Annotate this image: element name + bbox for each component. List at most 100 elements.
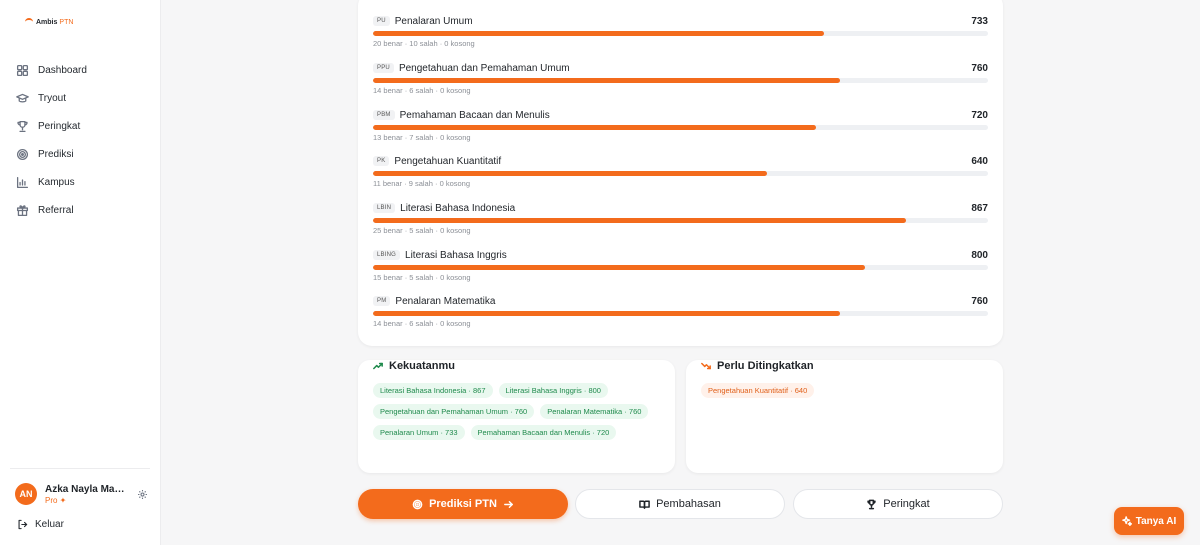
subtest-code: LBIN bbox=[373, 203, 396, 213]
subtest-row: PBM Pemahaman Bacaan dan Menulis 720 13 … bbox=[373, 108, 988, 142]
discussion-button[interactable]: Pembahasan bbox=[575, 489, 785, 519]
subtest-name: Pengetahuan dan Pemahaman Umum bbox=[398, 62, 570, 74]
logout-icon bbox=[18, 519, 28, 530]
ask-ai-label: Tanya AI bbox=[1135, 515, 1177, 527]
gift-icon bbox=[16, 204, 29, 216]
sidebar-item-referral[interactable]: Referral bbox=[16, 196, 156, 224]
brand-suffix: PTN bbox=[59, 18, 74, 26]
brand-name: Ambis bbox=[36, 18, 58, 26]
subtest-progress-fill bbox=[373, 265, 865, 270]
sidebar-item-label: Tryout bbox=[38, 92, 66, 104]
logo-mark-icon bbox=[24, 18, 34, 26]
subtest-stats: 13 benar · 7 salah · 0 kosong bbox=[373, 133, 471, 142]
subtest-stats: 20 benar · 10 salah · 0 kosong bbox=[373, 39, 475, 48]
grid-icon bbox=[16, 64, 29, 76]
subtest-progress-track bbox=[373, 78, 988, 83]
sidebar-item-label: Peringkat bbox=[38, 120, 81, 132]
sidebar-item-label: Kampus bbox=[38, 176, 75, 188]
subtest-progress-fill bbox=[373, 218, 907, 223]
ranking-button[interactable]: Peringkat bbox=[793, 489, 1003, 519]
subtest-stats: 11 benar · 9 salah · 0 kosong bbox=[373, 179, 471, 188]
arrow-right-icon bbox=[504, 500, 513, 508]
strength-chip: Pengetahuan dan Pemahaman Umum · 760 bbox=[373, 404, 535, 419]
ranking-label: Peringkat bbox=[883, 498, 930, 510]
logout-button[interactable]: Keluar bbox=[17, 519, 64, 530]
subtest-stats: 14 benar · 6 salah · 0 kosong bbox=[373, 319, 471, 328]
trophy-icon bbox=[867, 499, 876, 509]
strength-chip: Pemahaman Bacaan dan Menulis · 720 bbox=[470, 425, 617, 440]
subtest-score: 733 bbox=[971, 15, 988, 27]
subtest-score: 640 bbox=[971, 155, 988, 167]
subtest-code: PPU bbox=[373, 63, 394, 73]
strengths-chip-list: Literasi Bahasa Indonesia · 867 Literasi… bbox=[373, 383, 663, 440]
subtest-name: Literasi Bahasa Inggris bbox=[405, 249, 507, 261]
subtest-progress-fill bbox=[373, 125, 816, 130]
sparkle-icon bbox=[1121, 516, 1132, 526]
subtest-name: Literasi Bahasa Indonesia bbox=[400, 202, 516, 214]
sidebar-item-label: Prediksi bbox=[38, 148, 74, 160]
improvements-title: Perlu Ditingkatkan bbox=[701, 360, 814, 372]
avatar: AN bbox=[15, 483, 37, 505]
subtest-code: PK bbox=[373, 156, 390, 166]
subtest-progress-track bbox=[373, 31, 988, 36]
gear-icon[interactable] bbox=[137, 489, 148, 500]
graduation-cap-icon bbox=[16, 93, 29, 103]
brand-logo[interactable]: Ambis PTN bbox=[24, 18, 73, 26]
strength-chip: Penalaran Matematika · 760 bbox=[540, 404, 649, 419]
subtest-score: 760 bbox=[971, 295, 988, 307]
subtest-progress-track bbox=[373, 125, 988, 130]
strength-chip: Literasi Bahasa Inggris · 800 bbox=[498, 383, 608, 398]
sidebar-item-kampus[interactable]: Kampus bbox=[16, 168, 156, 196]
improvement-chip: Pengetahuan Kuantitatif · 640 bbox=[701, 383, 815, 398]
sidebar-item-label: Referral bbox=[38, 204, 74, 216]
strength-chip: Penalaran Umum · 733 bbox=[373, 425, 465, 440]
book-open-icon bbox=[639, 500, 650, 509]
ask-ai-button[interactable]: Tanya AI bbox=[1114, 507, 1184, 535]
subtest-progress-fill bbox=[373, 311, 841, 316]
subtest-row: LBING Literasi Bahasa Inggris 800 15 ben… bbox=[373, 248, 988, 282]
user-profile[interactable]: AN Azka Nayla Maymuna Pro ✦ bbox=[15, 483, 150, 505]
trending-down-icon bbox=[701, 362, 711, 370]
subtest-row: PK Pengetahuan Kuantitatif 640 11 benar … bbox=[373, 154, 988, 188]
subtest-name: Pemahaman Bacaan dan Menulis bbox=[399, 109, 550, 121]
subtest-score: 760 bbox=[971, 62, 988, 74]
subtest-progress-track bbox=[373, 265, 988, 270]
strengths-title-label: Kekuatanmu bbox=[389, 360, 456, 372]
subtest-code: LBING bbox=[373, 250, 401, 260]
subtest-progress-track bbox=[373, 311, 988, 316]
logout-label: Keluar bbox=[35, 519, 64, 530]
user-plan-badge: Pro ✦ bbox=[45, 495, 67, 505]
subtest-progress-fill bbox=[373, 78, 841, 83]
sidebar-item-label: Dashboard bbox=[38, 64, 87, 76]
subtest-code: PU bbox=[373, 16, 390, 26]
sidebar: Ambis PTN Dashboard Tryout Peringkat Pred… bbox=[0, 0, 161, 545]
subtest-progress-fill bbox=[373, 31, 824, 36]
subtest-row: PM Penalaran Matematika 760 14 benar · 6… bbox=[373, 294, 988, 328]
sidebar-divider bbox=[10, 468, 150, 469]
sidebar-item-prediksi[interactable]: Prediksi bbox=[16, 140, 156, 168]
sidebar-item-dashboard[interactable]: Dashboard bbox=[16, 56, 156, 84]
subtest-name: Penalaran Matematika bbox=[395, 295, 496, 307]
subtest-name: Penalaran Umum bbox=[394, 15, 473, 27]
subtest-progress-fill bbox=[373, 171, 767, 176]
subtest-score: 720 bbox=[971, 109, 988, 121]
sidebar-item-peringkat[interactable]: Peringkat bbox=[16, 112, 156, 140]
sidebar-item-tryout[interactable]: Tryout bbox=[16, 84, 156, 112]
subtest-row: PPU Pengetahuan dan Pemahaman Umum 760 1… bbox=[373, 61, 988, 95]
strengths-panel: Kekuatanmu Literasi Bahasa Indonesia · 8… bbox=[358, 360, 675, 473]
trophy-icon bbox=[17, 120, 28, 132]
improvements-title-label: Perlu Ditingkatkan bbox=[717, 360, 814, 372]
target-icon bbox=[412, 499, 423, 509]
discussion-label: Pembahasan bbox=[656, 498, 721, 510]
strength-chip: Literasi Bahasa Indonesia · 867 bbox=[373, 383, 493, 398]
improvements-panel: Perlu Ditingkatkan Pengetahuan Kuantitat… bbox=[686, 360, 1003, 473]
subtest-row: PU Penalaran Umum 733 20 benar · 10 sala… bbox=[373, 14, 988, 48]
user-name: Azka Nayla Maymuna bbox=[45, 483, 129, 495]
predict-ptn-label: Prediksi PTN bbox=[429, 498, 497, 510]
improvements-chip-list: Pengetahuan Kuantitatif · 640 bbox=[701, 383, 991, 398]
sidebar-nav: Dashboard Tryout Peringkat Prediksi Kamp… bbox=[16, 56, 156, 224]
strengths-title: Kekuatanmu bbox=[373, 360, 455, 372]
subtest-stats: 25 benar · 5 salah · 0 kosong bbox=[373, 226, 471, 235]
predict-ptn-button[interactable]: Prediksi PTN bbox=[358, 489, 568, 519]
subtest-name: Pengetahuan Kuantitatif bbox=[394, 155, 502, 167]
